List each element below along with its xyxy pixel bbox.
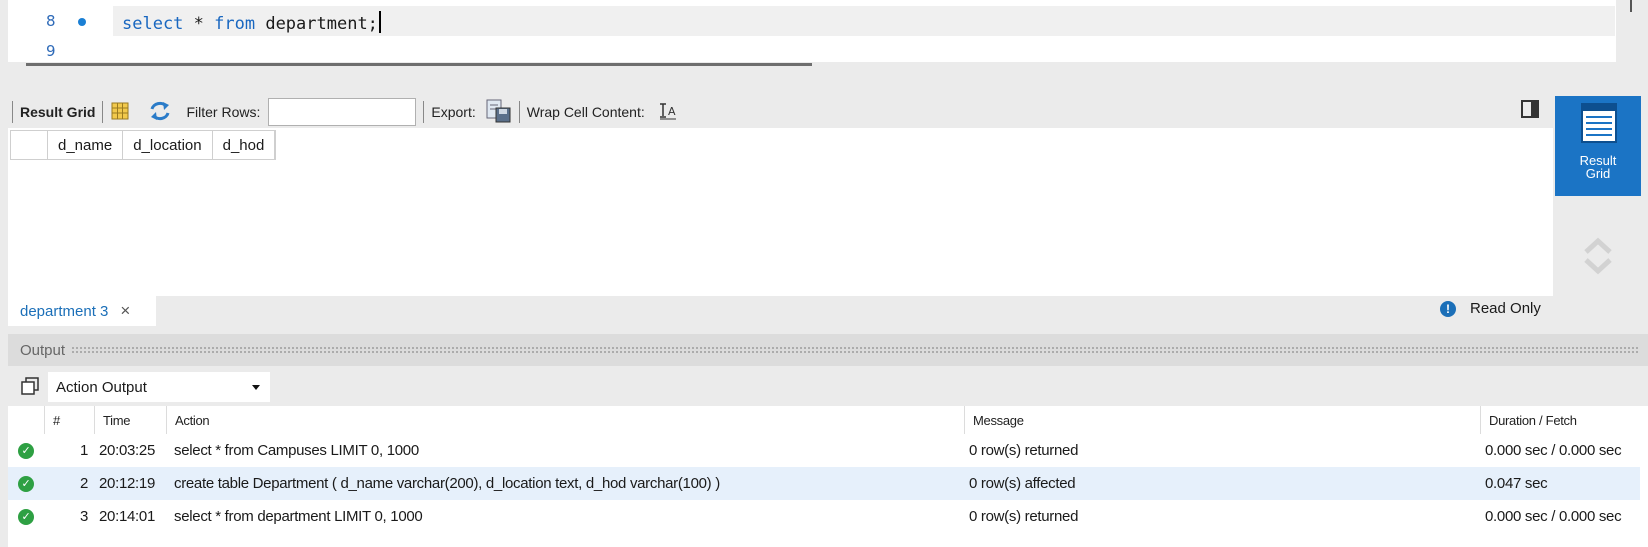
column-header[interactable]: d_hod: [213, 131, 276, 159]
tab-title: department 3: [20, 302, 109, 320]
toolbar-separator: [423, 101, 425, 123]
row-message: 0 row(s) affected: [969, 475, 1076, 492]
column-header[interactable]: Message: [964, 406, 1480, 434]
wrap-text-icon[interactable]: A: [659, 102, 677, 123]
row-time: 20:12:19: [99, 475, 155, 492]
editor-line-9[interactable]: 9: [8, 38, 1616, 60]
row-time: 20:03:25: [99, 442, 155, 459]
column-header[interactable]: #: [44, 406, 94, 434]
line-number: 9: [46, 42, 56, 60]
refresh-icon[interactable]: [148, 100, 172, 125]
row-number: 3: [79, 508, 88, 525]
row-header-corner[interactable]: [11, 131, 48, 159]
drag-handle[interactable]: [71, 346, 1638, 354]
result-grid-side-tab[interactable]: Result Grid: [1555, 96, 1641, 196]
output-panel-header: Output: [8, 334, 1648, 366]
close-icon[interactable]: ×: [120, 301, 130, 321]
row-action: select * from department LIMIT 0, 1000: [174, 508, 423, 525]
row-action: select * from Campuses LIMIT 0, 1000: [174, 442, 419, 459]
keyword: select: [122, 14, 184, 34]
table-row[interactable]: ✓ 1 20:03:25 select * from Campuses LIMI…: [8, 434, 1640, 467]
success-check-icon: ✓: [18, 475, 34, 492]
output-type-value: Action Output: [56, 378, 147, 396]
keyword: from: [214, 14, 256, 34]
grid-columns-icon[interactable]: [110, 101, 130, 124]
editor-line-8[interactable]: 8 select * from department;: [8, 6, 1616, 36]
code-token: department;: [255, 14, 378, 34]
row-time: 20:14:01: [99, 508, 155, 525]
action-output-table[interactable]: # Time Action Message Duration / Fetch ✓…: [8, 406, 1648, 547]
code-text[interactable]: select * from department;: [122, 11, 381, 34]
toolbar-separator: [518, 101, 520, 123]
table-row[interactable]: ✓ 3 20:14:01 select * from department LI…: [8, 500, 1640, 533]
row-action: create table Department ( d_name varchar…: [174, 475, 720, 492]
filter-rows-input[interactable]: [268, 98, 417, 126]
toggle-side-panel-icon[interactable]: [1521, 100, 1539, 118]
result-grid-label: Result Grid: [20, 104, 96, 120]
row-message: 0 row(s) returned: [969, 508, 1079, 525]
tab-label: Grid: [1585, 166, 1611, 181]
svg-text:A: A: [668, 105, 676, 118]
editor-vertical-scrollbar[interactable]: [1630, 0, 1632, 12]
row-number: 2: [79, 475, 88, 492]
filter-rows-label: Filter Rows:: [186, 104, 261, 120]
wrap-cell-content-label: Wrap Cell Content:: [526, 104, 645, 120]
text-caret: [378, 11, 381, 33]
column-header[interactable]: d_location: [123, 131, 213, 159]
toolbar-separator: [12, 101, 13, 123]
row-duration: 0.000 sec / 0.000 sec: [1485, 442, 1622, 459]
result-grid-header: d_name d_location d_hod: [10, 130, 277, 160]
result-toolbar: Result Grid Filter Rows: Export: Wrap Ce…: [8, 96, 1553, 128]
row-duration: 0.047 sec: [1485, 475, 1548, 492]
sql-editor[interactable]: 8 select * from department; 9: [8, 0, 1616, 62]
export-icon[interactable]: [486, 99, 512, 126]
success-check-icon: ✓: [18, 442, 34, 459]
status-column-header[interactable]: [8, 406, 44, 434]
row-number: 1: [79, 442, 88, 459]
copy-icon[interactable]: [20, 376, 40, 399]
row-duration: 0.000 sec / 0.000 sec: [1485, 508, 1622, 525]
dropdown-arrow-icon: [252, 384, 260, 390]
line-number: 8: [46, 12, 56, 30]
statement-marker-icon: [78, 18, 86, 26]
result-tab-strip: department 3 × ! Read Only: [8, 296, 1648, 326]
table-header-row: # Time Action Message Duration / Fetch: [8, 406, 1640, 434]
column-header[interactable]: d_name: [48, 131, 124, 159]
read-only-label: Read Only: [1470, 300, 1541, 317]
column-header[interactable]: Duration / Fetch: [1480, 406, 1640, 434]
output-toolbar: Action Output: [8, 370, 1648, 404]
code-token: *: [183, 14, 215, 34]
export-label: Export:: [431, 104, 476, 120]
result-grid-icon: [1581, 103, 1617, 143]
column-header[interactable]: Time: [94, 406, 166, 434]
output-title: Output: [20, 341, 66, 359]
row-message: 0 row(s) returned: [969, 442, 1079, 459]
editor-horizontal-scrollbar[interactable]: [26, 63, 812, 66]
read-only-indicator: ! Read Only: [1440, 300, 1541, 317]
column-header[interactable]: Action: [166, 406, 964, 434]
tab-department-3[interactable]: department 3 ×: [8, 296, 156, 326]
result-grid[interactable]: d_name d_location d_hod: [8, 128, 1553, 296]
table-row[interactable]: ✓ 2 20:12:19 create table Department ( d…: [8, 467, 1640, 500]
toolbar-separator: [102, 101, 104, 123]
scroll-arrows-icon[interactable]: [1583, 236, 1613, 276]
info-icon: !: [1440, 300, 1456, 317]
success-check-icon: ✓: [18, 508, 34, 525]
output-type-select[interactable]: Action Output: [48, 372, 270, 402]
